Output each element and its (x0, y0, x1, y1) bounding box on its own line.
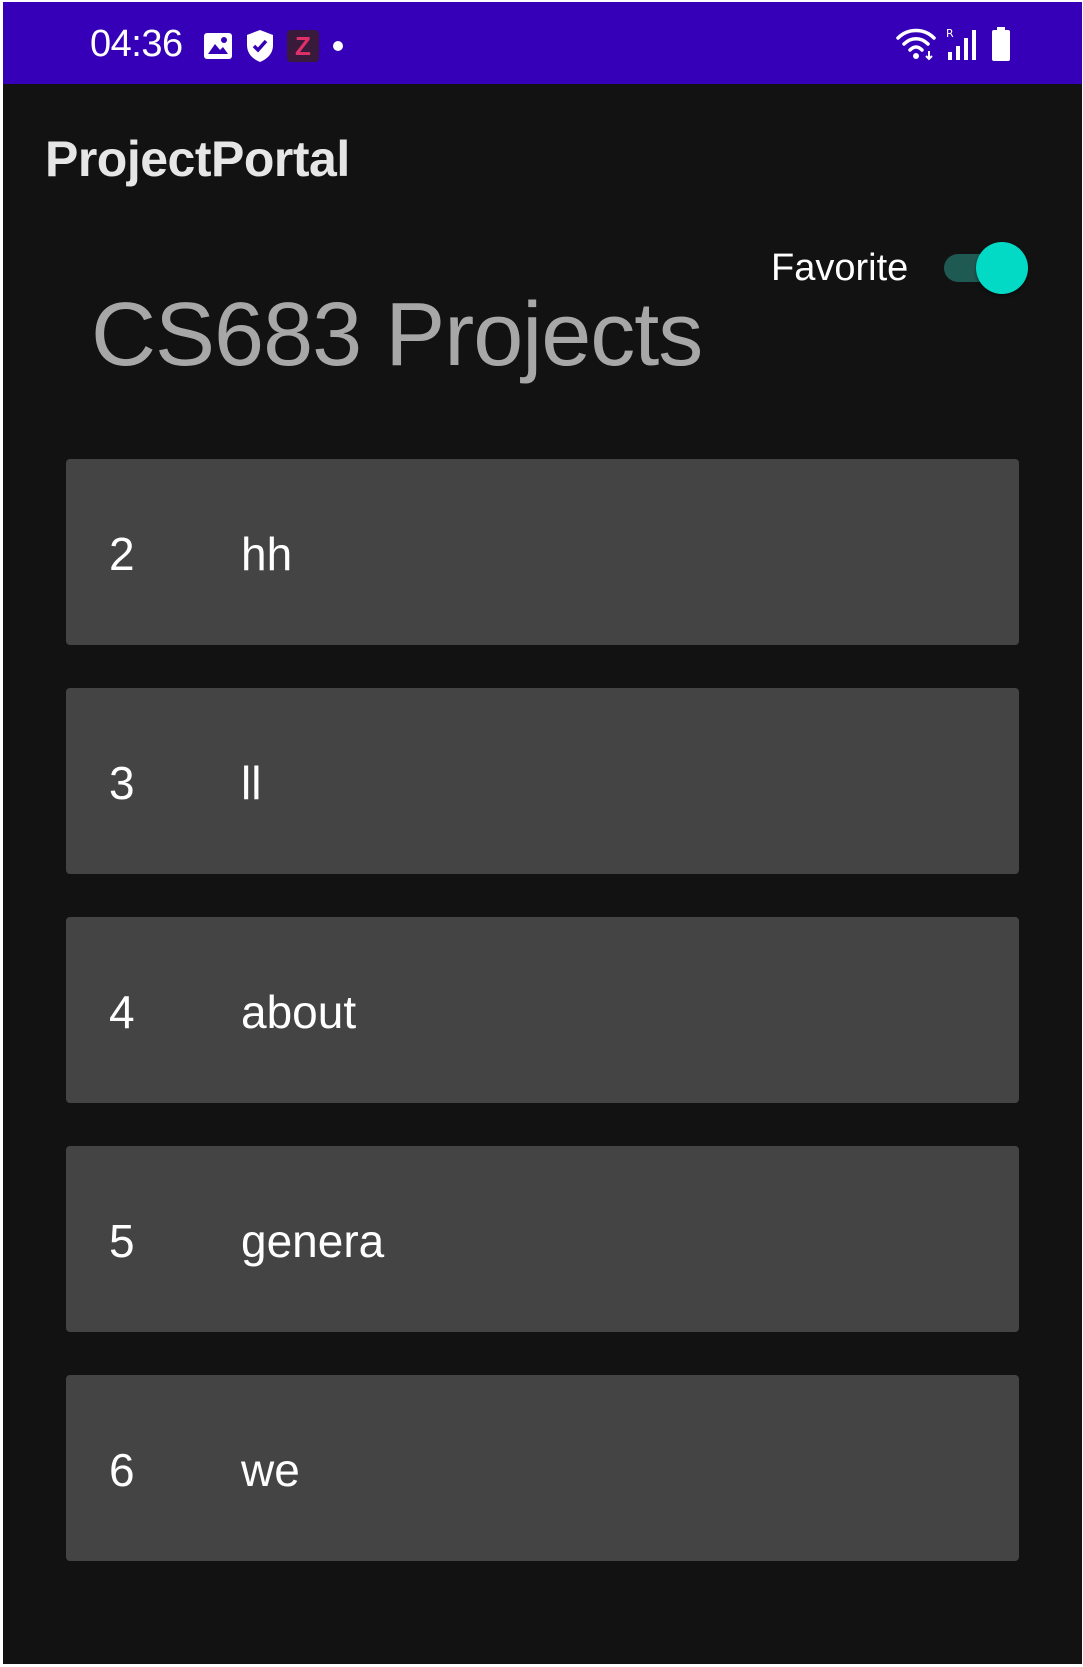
project-list-item[interactable]: 6 we (66, 1375, 1019, 1561)
favorite-toggle-row: Favorite (771, 238, 1029, 298)
status-time: 04:36 (90, 23, 183, 65)
project-id: 2 (109, 528, 135, 580)
project-list-item[interactable]: 5 genera (66, 1146, 1019, 1332)
status-notification-icons: Z (203, 26, 345, 66)
favorite-switch-thumb[interactable] (976, 242, 1029, 294)
status-bar: 04:36 Z R (3, 2, 1082, 84)
signal-icon: R (946, 26, 980, 62)
project-name: genera (241, 1215, 385, 1267)
wifi-icon (896, 27, 936, 61)
project-id: 6 (109, 1444, 135, 1496)
project-list: 2 hh 3 ll 4 about 5 genera 6 we (66, 459, 1019, 1604)
project-id: 4 (109, 986, 135, 1038)
project-name: ll (241, 757, 262, 809)
page-heading: CS683 Projects (91, 285, 703, 385)
project-name: we (241, 1444, 300, 1496)
app-screen: 04:36 Z R ProjectPortal Favorite CS683 P… (3, 2, 1082, 1664)
battery-icon (990, 26, 1012, 62)
dot-icon (331, 39, 345, 53)
project-list-item[interactable]: 3 ll (66, 688, 1019, 874)
z-app-glyph: Z (295, 31, 311, 61)
z-app-icon: Z (287, 30, 319, 62)
shield-icon (245, 29, 275, 63)
status-system-icons: R (896, 24, 1012, 64)
svg-text:R: R (946, 27, 954, 40)
project-name: hh (241, 528, 293, 580)
project-list-item[interactable]: 4 about (66, 917, 1019, 1103)
project-name: about (241, 986, 357, 1038)
image-icon (203, 32, 233, 60)
favorite-label: Favorite (771, 247, 909, 289)
project-id: 5 (109, 1215, 135, 1267)
app-title: ProjectPortal (45, 131, 350, 187)
project-id: 3 (109, 757, 135, 809)
favorite-switch[interactable] (936, 238, 1029, 298)
project-list-item[interactable]: 2 hh (66, 459, 1019, 645)
